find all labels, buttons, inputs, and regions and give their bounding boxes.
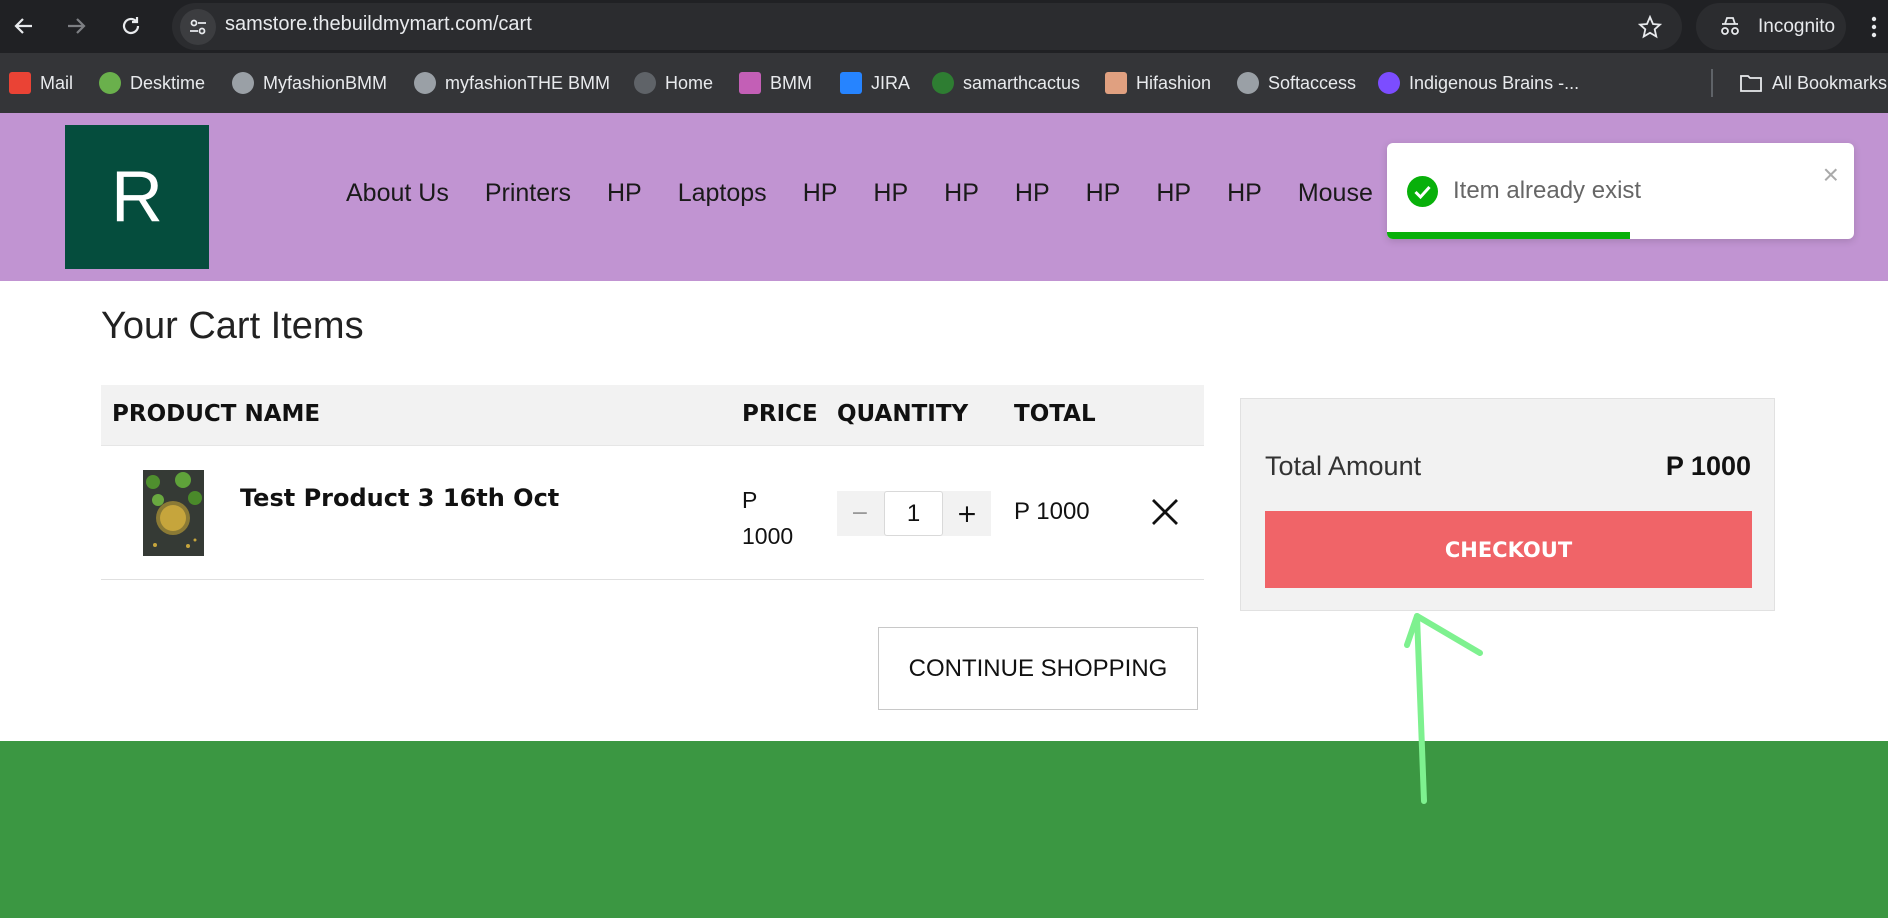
quantity-input[interactable]: 1 <box>884 491 943 536</box>
column-price: PRICE <box>742 401 818 427</box>
hifashion-icon <box>1105 72 1127 94</box>
total-amount-label: Total Amount <box>1265 451 1422 481</box>
nav-item-hp[interactable]: HP <box>1227 179 1262 208</box>
back-button[interactable] <box>8 10 40 42</box>
forward-arrow-icon <box>68 18 86 34</box>
globe-icon <box>634 72 656 94</box>
product-name[interactable]: Test Product 3 16th Oct <box>240 484 559 512</box>
globe-icon <box>232 72 254 94</box>
bookmark-label: MyfashionBMM <box>263 72 388 93</box>
jira-icon <box>840 72 862 94</box>
quantity-stepper: − 1 + <box>837 491 991 536</box>
nav-item-hp[interactable]: HP <box>1086 179 1121 208</box>
bookmark-item[interactable]: MyfashionBMM <box>232 69 387 97</box>
site-info-icon[interactable] <box>180 9 216 45</box>
folder-icon <box>1740 75 1762 92</box>
reload-icon <box>122 17 140 35</box>
gmail-icon <box>9 72 31 94</box>
annotation-arrow-icon <box>1404 613 1483 804</box>
site-logo[interactable]: R <box>65 125 209 269</box>
column-quantity: QUANTITY <box>837 401 969 427</box>
nav-item-hp[interactable]: HP <box>607 179 642 208</box>
total-amount-value: P 1000 <box>1665 451 1751 481</box>
continue-shopping-button[interactable]: CONTINUE SHOPPING <box>878 627 1198 710</box>
toast-close-button[interactable]: × <box>1823 159 1839 191</box>
product-image[interactable] <box>143 470 204 556</box>
reload-button[interactable] <box>115 10 147 42</box>
price-currency: P <box>742 487 758 513</box>
bookmark-item[interactable]: Softaccess <box>1237 69 1356 97</box>
incognito-icon <box>1721 17 1739 35</box>
globe-icon <box>414 72 436 94</box>
bookmark-label: Hifashion <box>1136 72 1212 93</box>
bookmark-label: Desktime <box>130 72 206 93</box>
decrease-quantity-button[interactable]: − <box>837 491 883 536</box>
logo-letter: R <box>111 157 163 237</box>
url-text[interactable]: samstore.thebuildmymart.com/cart <box>225 13 532 36</box>
bookmark-item[interactable]: Hifashion <box>1105 69 1211 97</box>
incognito-indicator[interactable]: Incognito <box>1696 3 1846 50</box>
nav-item-printers[interactable]: Printers <box>485 179 571 208</box>
price-amount: 1000 <box>742 523 794 549</box>
bookmark-label: BMM <box>770 72 812 93</box>
bmm-icon <box>739 72 761 94</box>
nav-item-hp[interactable]: HP <box>1156 179 1191 208</box>
product-price: P 1000 <box>742 482 812 554</box>
bookmark-item[interactable]: Indigenous Brains -... <box>1378 69 1579 97</box>
bookmarks-bar: Mail Desktime MyfashionBMM myfashionTHE … <box>0 53 1888 113</box>
browser-menu-icon[interactable] <box>1870 15 1878 39</box>
bookmark-item[interactable]: Desktime <box>99 69 205 97</box>
column-total: TOTAL <box>1014 401 1096 427</box>
toast-progress-bar <box>1387 232 1630 239</box>
desktime-icon <box>99 72 121 94</box>
browser-toolbar: samstore.thebuildmymart.com/cart Incogni… <box>0 0 1888 53</box>
bookmark-item[interactable]: Home <box>634 69 713 97</box>
nav-item-hp[interactable]: HP <box>803 179 838 208</box>
bookmark-label: samarthcactus <box>963 72 1081 93</box>
bookmark-item[interactable]: JIRA <box>840 69 910 97</box>
cactus-icon <box>932 72 954 94</box>
bookmark-item[interactable]: samarthcactus <box>932 69 1080 97</box>
bookmark-item[interactable]: BMM <box>739 69 812 97</box>
bookmark-label: Home <box>665 72 714 93</box>
back-arrow-icon <box>14 18 32 34</box>
site-footer <box>0 741 1888 918</box>
bookmarks-divider <box>1711 69 1713 97</box>
column-product-name: PRODUCT NAME <box>112 401 321 427</box>
nav-item-laptops[interactable]: Laptops <box>678 179 767 208</box>
nav-item-mouse[interactable]: Mouse <box>1298 179 1373 208</box>
close-icon <box>1152 499 1178 525</box>
nav-item-about-us[interactable]: About Us <box>346 179 449 208</box>
bookmark-label: myfashionTHE BMM <box>445 72 611 93</box>
nav-item-hp[interactable]: HP <box>944 179 979 208</box>
nav-item-hp[interactable]: HP <box>873 179 908 208</box>
bookmark-label: Mail <box>40 72 74 93</box>
order-summary: Total Amount P 1000 CHECKOUT <box>1240 398 1775 611</box>
indigenous-icon <box>1378 72 1400 94</box>
row-total: P 1000 <box>1014 498 1090 525</box>
main-nav: About Us Printers HP Laptops HP HP HP HP… <box>346 179 1409 208</box>
page-title: Your Cart Items <box>101 305 364 347</box>
all-bookmarks-button[interactable]: All Bookmarks <box>1739 69 1887 97</box>
bookmark-item[interactable]: myfashionTHE BMM <box>414 69 610 97</box>
toast-notification: Item already exist × <box>1387 143 1854 239</box>
incognito-label: Incognito <box>1758 15 1836 37</box>
success-check-icon <box>1407 176 1438 207</box>
bookmark-label: JIRA <box>871 72 911 93</box>
bookmark-label: Indigenous Brains -... <box>1409 72 1580 93</box>
bookmark-item[interactable]: Mail <box>9 69 73 97</box>
cart-table-header: PRODUCT NAME PRICE QUANTITY TOTAL <box>101 385 1204 445</box>
globe-icon <box>1237 72 1259 94</box>
table-row: Test Product 3 16th Oct P 1000 − 1 + P 1… <box>101 445 1204 580</box>
checkout-button[interactable]: CHECKOUT <box>1265 511 1752 588</box>
all-bookmarks-label: All Bookmarks <box>1772 72 1888 93</box>
bookmark-label: Softaccess <box>1268 72 1357 93</box>
nav-item-hp[interactable]: HP <box>1015 179 1050 208</box>
increase-quantity-button[interactable]: + <box>943 491 991 536</box>
bookmark-star-icon[interactable] <box>1637 14 1663 43</box>
forward-button[interactable] <box>60 10 92 42</box>
remove-item-button[interactable] <box>1149 496 1181 528</box>
toast-message: Item already exist <box>1453 177 1642 204</box>
